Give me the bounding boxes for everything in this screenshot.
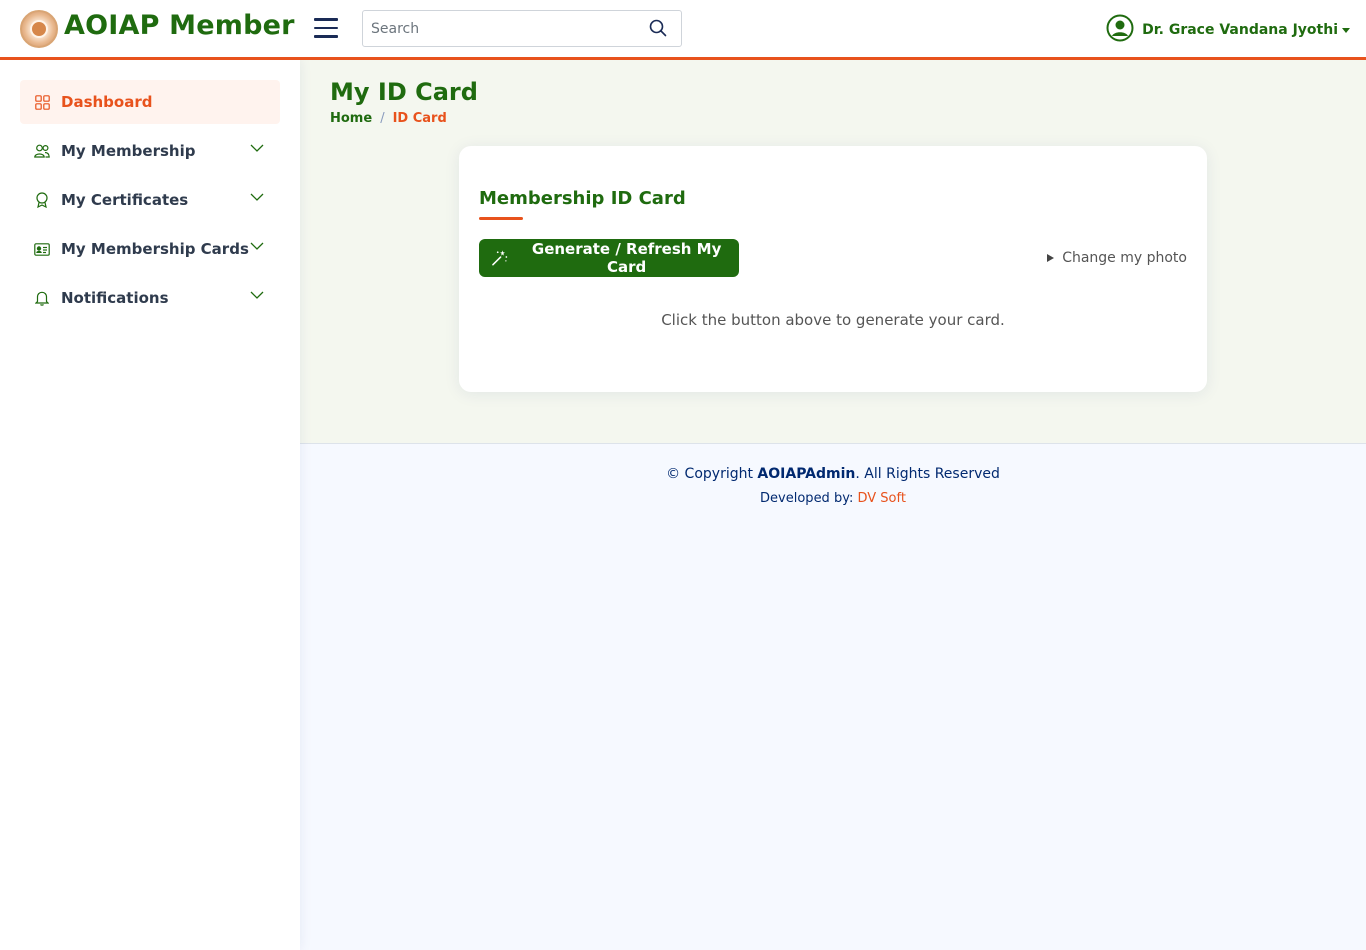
sidebar-item-label: My Membership Cards [61, 240, 249, 258]
developed-by-label: Developed by: [760, 491, 858, 506]
sidebar: Dashboard My Membership My Certificates … [0, 60, 300, 950]
people-icon [34, 143, 50, 159]
search-input[interactable] [363, 11, 643, 46]
copyright-suffix: . All Rights Reserved [855, 466, 1000, 482]
breadcrumb: Home / ID Card [330, 111, 447, 126]
membership-id-card-panel: Membership ID Card Generate / Refresh My… [459, 146, 1207, 392]
copyright-text: © Copyright AOIAPAdmin. All Rights Reser… [300, 466, 1366, 482]
sidebar-item-my-certificates[interactable]: My Certificates [20, 178, 280, 222]
logo-emblem [30, 20, 48, 38]
main-content: My ID Card Home / ID Card Membership ID … [300, 60, 1366, 444]
triangle-right-icon [1047, 254, 1055, 262]
sidebar-item-label: My Membership [61, 142, 196, 160]
brand-title[interactable]: AOIAP Member [64, 10, 295, 41]
change-photo-toggle[interactable]: Change my photo [1047, 250, 1187, 266]
grid-icon [34, 94, 50, 110]
caret-down-icon [1342, 27, 1350, 33]
sidebar-item-label: Notifications [61, 289, 169, 307]
id-card-icon [34, 241, 50, 257]
card-title: Membership ID Card [479, 188, 686, 209]
sidebar-item-my-membership-cards[interactable]: My Membership Cards [20, 227, 280, 271]
chevron-down-icon [250, 193, 264, 201]
developer-link[interactable]: DV Soft [857, 491, 905, 506]
sidebar-item-label: Dashboard [61, 93, 153, 111]
copyright-prefix: © Copyright [666, 466, 758, 482]
chevron-down-icon [250, 144, 264, 152]
user-name: Dr. Grace Vandana Jyothi [1142, 22, 1338, 38]
title-underline [479, 217, 523, 220]
user-profile-dropdown[interactable]: Dr. Grace Vandana Jyothi [1106, 14, 1350, 46]
breadcrumb-current: ID Card [392, 111, 447, 126]
breadcrumb-separator: / [380, 111, 385, 126]
generate-hint-text: Click the button above to generate your … [661, 311, 1005, 329]
generate-refresh-card-button[interactable]: Generate / Refresh My Card [479, 239, 739, 277]
top-header: AOIAP Member Dr. Grace Vandana Jyothi [0, 0, 1366, 60]
sidebar-item-my-membership[interactable]: My Membership [20, 129, 280, 173]
change-photo-label: Change my photo [1062, 250, 1187, 266]
magic-wand-icon [492, 250, 508, 266]
developer-credit: Developed by: DV Soft [300, 491, 1366, 506]
search-bar [362, 10, 682, 47]
award-icon [34, 192, 50, 208]
menu-toggle-icon[interactable] [314, 18, 338, 38]
sidebar-item-notifications[interactable]: Notifications [20, 276, 280, 320]
brand-logo[interactable] [20, 10, 58, 48]
sidebar-item-label: My Certificates [61, 191, 189, 209]
chevron-down-icon [250, 242, 264, 250]
footer: © Copyright AOIAPAdmin. All Rights Reser… [300, 466, 1366, 506]
bell-icon [34, 290, 50, 306]
generate-button-label: Generate / Refresh My Card [531, 240, 722, 276]
search-icon[interactable] [649, 19, 669, 39]
chevron-down-icon [250, 291, 264, 299]
user-avatar-icon [1106, 14, 1134, 46]
sidebar-item-dashboard[interactable]: Dashboard [20, 80, 280, 124]
page-title: My ID Card [330, 78, 478, 106]
breadcrumb-home-link[interactable]: Home [330, 111, 372, 126]
copyright-brand: AOIAPAdmin [757, 466, 856, 482]
